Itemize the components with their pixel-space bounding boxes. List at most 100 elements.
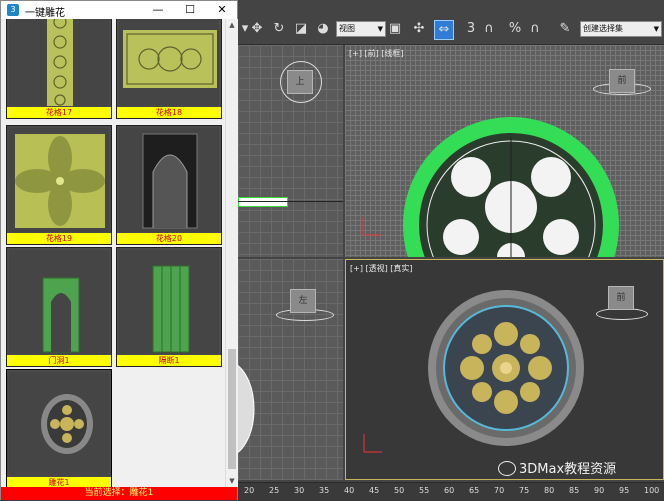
timeline-tick: 50 (394, 486, 405, 495)
scroll-down-icon[interactable]: ▼ (226, 475, 238, 487)
item-caption: 隔断1 (117, 355, 221, 366)
viewport-perspective[interactable]: [+] [透视] [真实] 前 (345, 259, 664, 480)
viewcube[interactable]: 前 (609, 69, 635, 93)
close-icon: ✕ (217, 3, 227, 16)
timeline-tick: 35 (319, 486, 330, 495)
maximize-icon: ☐ (185, 3, 195, 16)
minimize-button[interactable]: — (145, 1, 171, 19)
timeline-tick: 60 (444, 486, 455, 495)
timeline-tick: 20 (244, 486, 255, 495)
close-button[interactable]: ✕ (209, 1, 235, 19)
angle-snap-icon[interactable]: ∩ (480, 20, 498, 38)
timeline-tick: 100 (644, 486, 660, 495)
timeline-tick: 55 (419, 486, 430, 495)
item-caption: 花格17 (7, 107, 111, 118)
vertical-scrollbar[interactable]: ▲ ▼ (225, 19, 238, 487)
viewport-top[interactable]: 上 (238, 45, 343, 257)
timeline-tick: 80 (544, 486, 555, 495)
carving-perspective-render (428, 290, 584, 446)
watermark: 3DMax教程资源 (498, 458, 616, 477)
spinner-snap-icon[interactable]: ∩ (526, 20, 544, 38)
timeline-tick: 70 (494, 486, 505, 495)
move-icon[interactable]: ✥ (248, 20, 266, 38)
status-text: 当前选择：雕花1 (84, 488, 154, 498)
doorway-image (42, 277, 80, 353)
status-bar: 当前选择：雕花1 (1, 487, 237, 500)
thumbnail-grid: 花格17 花格18 花格19 花格20 门洞1 隔断1 雕花1 (1, 19, 225, 487)
timeline-tick: 95 (619, 486, 630, 495)
viewcube-label: 前 (616, 293, 626, 303)
viewcube-label: 前 (617, 76, 627, 86)
watermark-text: 3DMax教程资源 (519, 462, 617, 477)
lattice-panel-image (47, 19, 73, 106)
minimize-icon: — (152, 3, 164, 16)
library-item[interactable]: 隔断1 (116, 247, 222, 367)
snap-label: 3 (466, 21, 476, 36)
timeline-tick: 65 (469, 486, 480, 495)
item-caption: 花格19 (7, 233, 111, 244)
library-item[interactable]: 花格18 (116, 19, 222, 119)
keyboard-shortcut-icon[interactable]: ⇔ (434, 20, 454, 40)
viewcube[interactable]: 上 (287, 70, 313, 94)
timeline-tick: 90 (594, 486, 605, 495)
item-caption: 花格20 (117, 233, 221, 244)
viewcube[interactable]: 前 (608, 286, 634, 310)
select-manipulate-icon[interactable]: ✣ (410, 20, 428, 38)
timeline-tick: 40 (344, 486, 355, 495)
viewport-left[interactable]: 左 (238, 259, 343, 480)
item-caption: 花格18 (117, 107, 221, 118)
rotate-icon[interactable]: ↻ (270, 20, 288, 38)
scroll-up-icon[interactable]: ▲ (226, 19, 238, 31)
percent-label: % (508, 21, 522, 36)
library-item[interactable]: 花格20 (116, 125, 222, 245)
wechat-icon (498, 461, 516, 476)
reference-coordinate-select[interactable]: 视图 ▼ (336, 21, 386, 37)
carving-library-window: 3 一键雕花 — ☐ ✕ 花格17 花格18 花格19 花格20 门洞1 隔断1… (0, 0, 238, 500)
round-carving-image (41, 394, 93, 454)
reference-coordinate-value: 视图 (339, 24, 355, 33)
chevron-down-icon: ▼ (653, 25, 659, 33)
flower-tile-image (15, 134, 105, 228)
percent-snap-icon[interactable]: % (506, 20, 524, 38)
scroll-thumb[interactable] (228, 349, 236, 469)
edit-named-selection-icon[interactable]: ✎ (556, 20, 574, 38)
time-slider-ruler[interactable]: 20 25 30 35 40 45 50 55 60 65 70 75 80 85 90 95 100 (236, 482, 664, 501)
window-title: 一键雕花 (25, 8, 65, 19)
pivot-icon[interactable]: ▣ (386, 20, 404, 38)
item-thumbnail (119, 19, 219, 106)
viewcube-label: 左 (298, 296, 308, 306)
arch-frame-image (142, 133, 198, 229)
main-toolbar: ▾ ✥ ↻ ◪ ◕ 视图 ▼ ▣ ✣ ⇔ 3 ∩ % ∩ ✎ 创建选择集 ▼ (236, 14, 664, 45)
maximize-button[interactable]: ☐ (177, 1, 203, 19)
timeline-tick: 30 (294, 486, 305, 495)
place-icon[interactable]: ◕ (314, 20, 332, 38)
scale-icon[interactable]: ◪ (292, 20, 310, 38)
timeline-tick: 45 (369, 486, 380, 495)
timeline-tick: 75 (519, 486, 530, 495)
library-item-selected[interactable]: 雕花1 (6, 369, 112, 487)
library-item[interactable]: 花格17 (6, 19, 112, 119)
carving-side-wireframe (238, 365, 255, 453)
viewport-label: [+] [透视] [真实] (350, 264, 413, 273)
item-thumbnail (9, 19, 109, 106)
app-icon: 3 (7, 4, 19, 16)
axis-gizmo (363, 434, 382, 453)
item-thumbnail (119, 128, 219, 232)
viewport-front[interactable]: [+] [前] [线框] 前 (345, 45, 664, 257)
chevron-down-icon: ▼ (377, 25, 383, 33)
partition-screen-image (152, 265, 190, 353)
library-item[interactable]: 花格19 (6, 125, 112, 245)
item-thumbnail (9, 250, 109, 354)
timeline-tick: 25 (269, 486, 280, 495)
item-thumbnail (9, 128, 109, 232)
viewcube[interactable]: 左 (290, 289, 316, 313)
viewcube-label: 上 (295, 77, 305, 87)
item-caption: 雕花1 (7, 477, 111, 487)
snap-toggle-icon[interactable]: 3 (462, 20, 480, 38)
named-selection-set-select[interactable]: 创建选择集 ▼ (580, 21, 662, 37)
library-item[interactable]: 门洞1 (6, 247, 112, 367)
title-bar[interactable]: 3 一键雕花 — ☐ ✕ (1, 1, 237, 19)
item-caption: 门洞1 (7, 355, 111, 366)
axis-gizmo (362, 217, 381, 236)
viewport-label: [+] [前] [线框] (349, 49, 404, 58)
